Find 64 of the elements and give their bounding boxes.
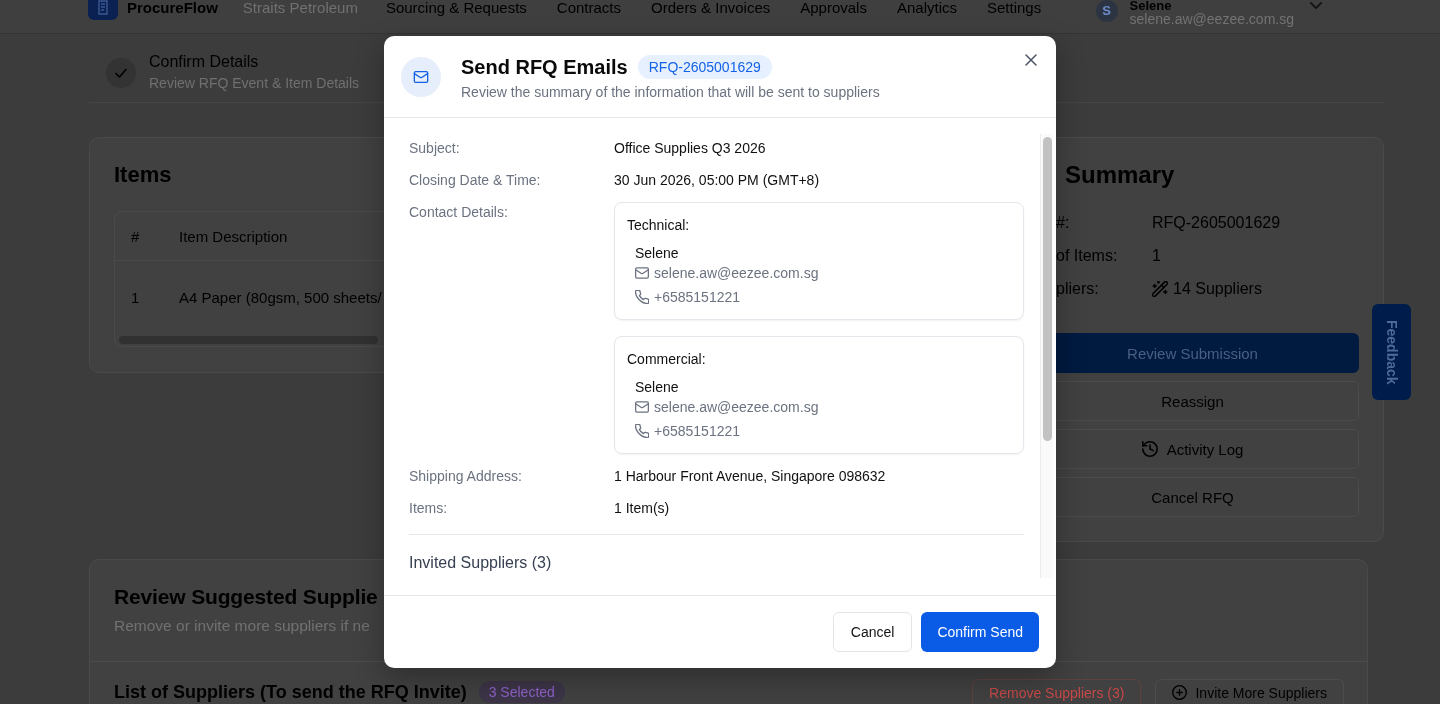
user-avatar[interactable]: S	[1095, 0, 1118, 22]
field-label: Shipping Address:	[409, 467, 523, 486]
step-title: Confirm Details	[149, 52, 260, 72]
summary-label: pliers:	[1056, 279, 1100, 299]
invited-suppliers-heading: Invited Suppliers (3)	[409, 553, 553, 573]
confirm-send-button[interactable]: Confirm Send	[921, 612, 1039, 652]
contact-role: Commercial:	[627, 350, 707, 369]
dialog-subtitle: Review the summary of the information that will be sent to suppliers	[461, 83, 880, 101]
nav-link[interactable]: Contracts	[556, 0, 622, 15]
contact-role: Technical:	[627, 216, 691, 235]
contact-email: selene.aw@eezee.com.sg	[654, 398, 819, 417]
magic-wand-icon	[1152, 281, 1168, 297]
field-value: Office Supplies Q3 2026	[614, 139, 767, 158]
nav-link[interactable]: Sourcing & Requests	[385, 0, 527, 15]
user-name: Selene	[1129, 0, 1173, 12]
phone-icon	[635, 424, 649, 438]
nav-link[interactable]: Approvals	[800, 0, 867, 15]
field-value: 1 Item(s)	[614, 499, 671, 518]
scrollbar-thumb[interactable]	[1043, 137, 1052, 441]
contact-phone: +6585151221	[654, 422, 741, 441]
supplier-list-title: List of Suppliers (To send the RFQ Invite)	[114, 681, 467, 704]
logo-icon[interactable]	[88, 0, 118, 20]
field-value: 30 Jun 2026, 05:00 PM (GMT+8)	[614, 171, 821, 190]
brand-name[interactable]: ProcureFlow	[127, 0, 218, 15]
suppliers-title: Review Suggested Supplie	[114, 584, 378, 610]
contact-name: Selene	[635, 244, 680, 263]
summary-label: #:	[1056, 213, 1071, 233]
field-label: Contact Details:	[409, 203, 509, 222]
summary-label: of Items:	[1056, 246, 1119, 266]
column-header: Item Description	[179, 227, 288, 245]
mail-icon	[635, 400, 649, 414]
contact-phone: +6585151221	[654, 288, 741, 307]
items-title: Items	[114, 161, 172, 189]
summary-value: RFQ-2605001629	[1152, 213, 1282, 233]
summary-value: 14 Suppliers	[1173, 279, 1262, 299]
feedback-tab[interactable]: Feedback	[1372, 304, 1411, 400]
mail-icon	[401, 57, 441, 97]
table-cell-text: 1	[131, 289, 141, 306]
cancel-button[interactable]: Cancel	[832, 612, 913, 652]
summary-value: 1	[1152, 246, 1162, 266]
selected-count-badge: 3 Selected	[478, 681, 565, 703]
nav-link[interactable]: Orders & Invoices	[651, 0, 771, 15]
table-cell: A4 Paper (80gsm, 500 sheets/	[179, 289, 382, 306]
close-icon[interactable]	[1025, 54, 1037, 66]
contact-name: Selene	[635, 378, 680, 397]
nav-link[interactable]: Settings	[987, 0, 1042, 15]
summary-title: Summary	[1065, 161, 1175, 189]
rfq-number-badge: RFQ-2605001629	[637, 55, 772, 79]
history-icon	[1141, 441, 1158, 457]
contact-email: selene.aw@eezee.com.sg	[654, 264, 819, 283]
mail-icon	[635, 266, 649, 280]
scrollbar-thumb[interactable]	[119, 336, 379, 344]
nav-link[interactable]: Analytics	[896, 0, 957, 15]
column-header: #	[131, 227, 141, 245]
phone-icon	[635, 290, 649, 304]
field-label: Subject:	[409, 139, 461, 158]
field-label: Closing Date & Time:	[409, 171, 542, 190]
field-label: Items:	[409, 499, 449, 518]
dialog-title: Send RFQ Emails	[461, 55, 628, 80]
plus-circle-icon	[1172, 685, 1188, 700]
chevron-down-icon[interactable]	[1310, 2, 1322, 9]
remove-suppliers-button[interactable]: Remove Suppliers (3)	[972, 679, 1142, 704]
invite-suppliers-button[interactable]: Invite More Suppliers	[1155, 679, 1344, 704]
field-value: 1 Harbour Front Avenue, Singapore 098632	[614, 467, 887, 486]
